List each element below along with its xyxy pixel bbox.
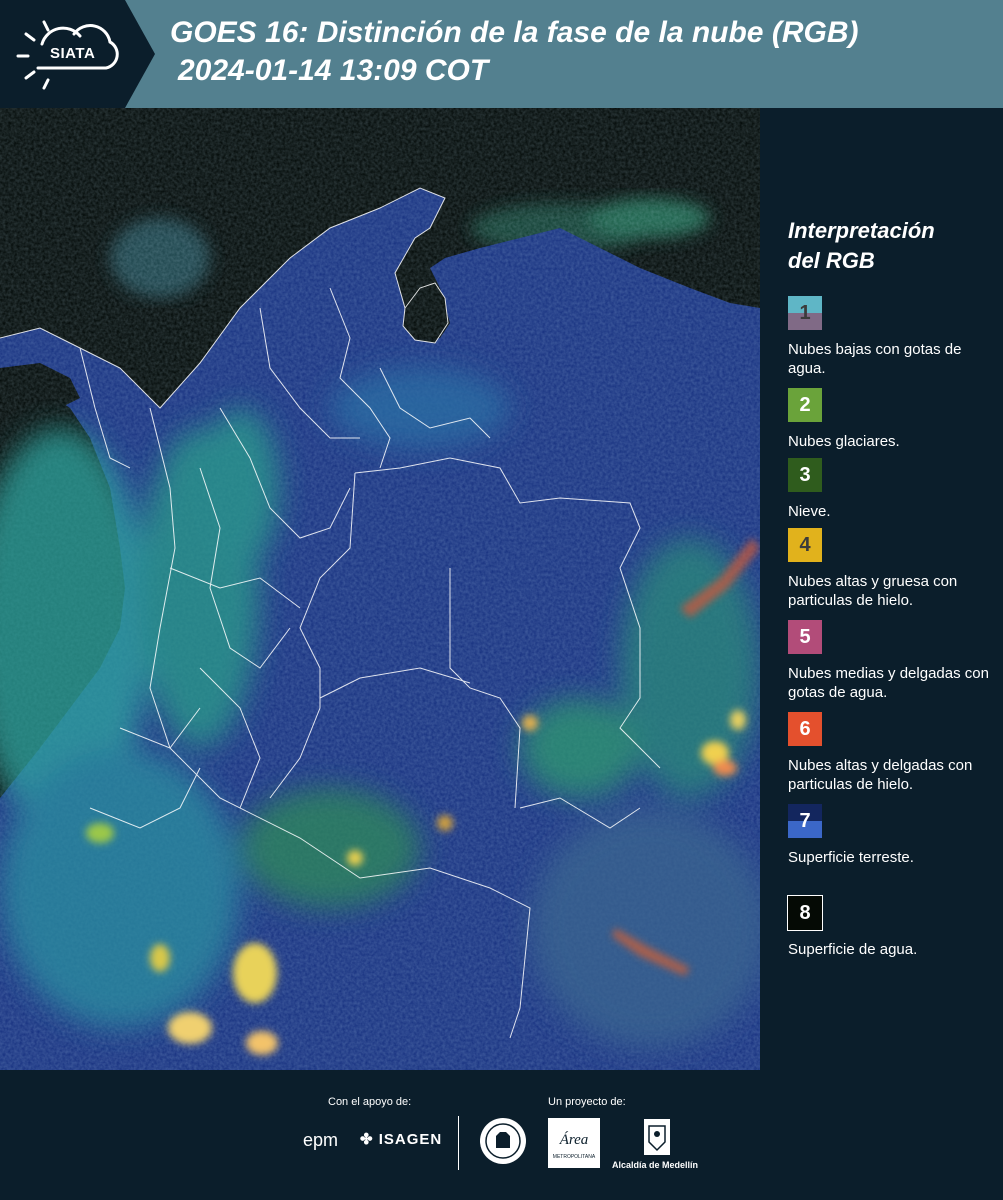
footer-divider [458,1116,459,1170]
legend-item-6: 6 Nubes altas y delgadas con particulas d… [788,712,998,804]
epm-logo: epm [303,1130,339,1150]
legend-number: 1 [799,301,811,324]
area-metropolitana-logo: Área METROPOLITANA [548,1118,600,1168]
legend-item-5: 5 Nubes medias y delgadas con gotas de ag… [788,620,998,712]
alcaldia-shield-icon [644,1119,670,1155]
legend-label: Nubes altas y gruesa con particulas de h… [788,573,958,609]
alcaldia-text: Alcaldía de Medellín [612,1160,699,1170]
legend-item-1: 1 Nubes bajas con gotas de agua. [788,296,998,388]
legend-number: 7 [799,809,811,832]
legend-number: 6 [799,717,811,740]
legend-number: 4 [799,533,811,556]
legend-item-7: 7 Superficie terreste. [788,804,998,896]
legend-title-line2: del RGB [788,248,875,273]
title-text: GOES 16: Distinción de la fase de la nub… [170,16,859,49]
legend-label: Nubes bajas con gotas de agua. [788,341,962,377]
area-sub: METROPOLITANA [553,1154,596,1160]
legend-label: Nubes medias y delgadas con gotas de agu… [788,665,989,701]
legend-swatch-2: 2 [788,388,822,422]
isagen-icon: ✤ [360,1131,374,1148]
map-canvas [0,108,760,1070]
legend-items: 1 Nubes bajas con gotas de agua. 2 Nubes gl… [787,296,998,966]
legend-number: 5 [799,625,811,648]
header: SIATA GOES 16: Distinción de la fase de … [0,0,1003,108]
logo-text: SIATA [50,45,96,62]
support-label: Con el apoyo de: [328,1096,412,1108]
legend-number: 2 [799,393,811,416]
legend-swatch-7: 7 [788,804,822,838]
page-title: GOES 16: Distinción de la fase de la nub… [170,14,858,90]
legend-item-3: 3 Nieve. [788,458,998,528]
legend-swatch-6: 6 [788,712,822,746]
area-text: Área [559,1131,589,1148]
legend-swatch-5: 5 [788,620,822,654]
legend-label: Nubes altas y delgadas con particulas de… [788,757,973,793]
legend-item-4: 4 Nubes altas y gruesa con particulas de … [788,528,998,620]
legend-swatch-4: 4 [788,528,822,562]
isagen-logo: ✤ ISAGEN [360,1130,442,1148]
legend-swatch-3: 3 [788,458,822,492]
datetime-text: 2024-01-14 13:09 COT [178,54,489,87]
footer: Con el apoyo de: Un proyecto de: epm ✤ I… [0,1070,1003,1200]
seal-icon [480,1118,526,1164]
legend-swatch-8: 8 [787,895,823,931]
legend-item-8: 8 Superficie de agua. [787,895,998,966]
legend-label: Superficie terreste. [788,849,914,866]
legend-item-2: 2 Nubes glaciares. [788,388,998,458]
satellite-map [0,108,760,1070]
legend: Interpretación del RGB 1 Nubes bajas con … [787,216,998,966]
siata-logo: SIATA [0,0,155,108]
legend-label: Superficie de agua. [788,941,918,958]
isagen-text: ISAGEN [378,1131,443,1148]
legend-title-line1: Interpretación [788,218,935,243]
legend-swatch-1: 1 [788,296,822,330]
legend-label: Nieve. [788,503,831,520]
legend-number: 3 [799,463,811,486]
project-label: Un proyecto de: [548,1096,626,1108]
legend-number: 8 [799,901,811,924]
legend-title: Interpretación del RGB [788,216,998,276]
legend-label: Nubes glaciares. [788,433,900,450]
